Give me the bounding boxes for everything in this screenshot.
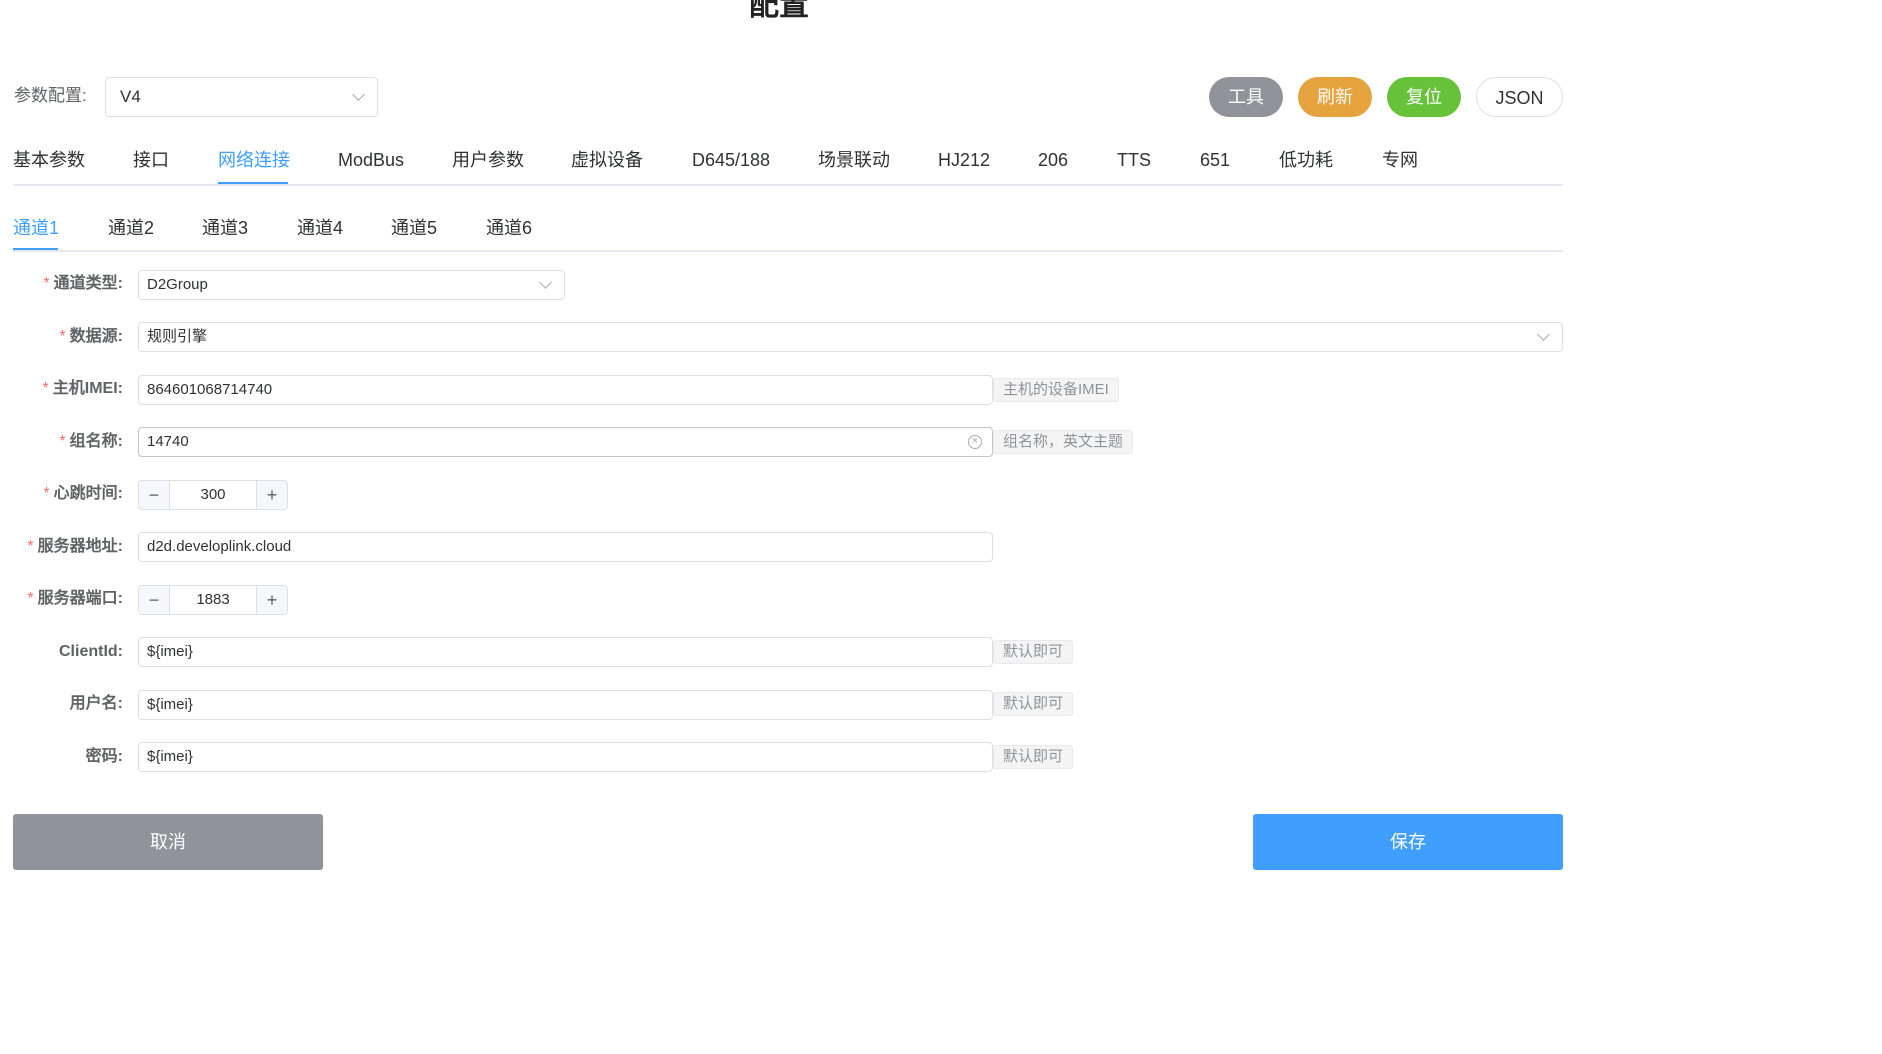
host-imei-label-text: 主机IMEI: [52, 380, 123, 397]
client-id-hint: 默认即可 [993, 640, 1074, 664]
tab-hj212[interactable]: HJ212 [938, 148, 990, 172]
heartbeat-value[interactable]: 300 [170, 481, 256, 509]
tab-tts[interactable]: TTS [1117, 148, 1151, 172]
server-port-stepper: − 1883 + [138, 585, 288, 615]
password-input[interactable]: ${imei} [138, 742, 993, 772]
required-mark: * [43, 275, 50, 292]
host-imei-input[interactable]: 864601068714740 [138, 375, 993, 405]
password-label: 密码: [0, 742, 123, 772]
tools-button[interactable]: 工具 [1209, 77, 1283, 117]
chevron-down-icon [352, 88, 365, 101]
data-source-label-text: 数据源: [69, 328, 123, 345]
username-label: 用户名: [0, 689, 123, 719]
required-mark: * [27, 590, 34, 607]
save-button[interactable]: 保存 [1253, 814, 1563, 870]
data-source-select[interactable]: 规则引擎 [138, 322, 1563, 352]
main-tabs: 基本参数 接口 网络连接 ModBus 用户参数 虚拟设备 D645/188 场… [13, 138, 1563, 186]
server-port-label: * 服务器端口: [0, 584, 123, 614]
server-address-input[interactable]: d2d.developlink.cloud [138, 532, 993, 562]
heartbeat-label: * 心跳时间: [0, 479, 123, 509]
tab-channel-4[interactable]: 通道4 [297, 216, 343, 240]
required-mark: * [59, 328, 66, 345]
server-address-label: * 服务器地址: [0, 532, 123, 562]
increment-button[interactable]: + [256, 481, 287, 509]
decrement-button[interactable]: − [139, 481, 170, 509]
tab-channel-3[interactable]: 通道3 [202, 216, 248, 240]
group-name-input[interactable]: 14740 × [138, 427, 993, 457]
required-mark: * [43, 485, 50, 502]
param-config-value: V4 [120, 87, 141, 106]
increment-button[interactable]: + [256, 586, 287, 614]
cancel-button[interactable]: 取消 [13, 814, 323, 870]
group-name-label: * 组名称: [0, 427, 123, 457]
tab-interface[interactable]: 接口 [133, 148, 169, 172]
heartbeat-label-text: 心跳时间: [53, 485, 123, 502]
decrement-button[interactable]: − [139, 586, 170, 614]
heartbeat-stepper: − 300 + [138, 480, 288, 510]
host-imei-label: * 主机IMEI: [0, 374, 123, 404]
required-mark: * [27, 538, 34, 555]
tab-channel-1[interactable]: 通道1 [13, 216, 59, 240]
host-imei-hint: 主机的设备IMEI [993, 378, 1119, 402]
server-port-label-text: 服务器端口: [37, 590, 123, 607]
reset-button[interactable]: 复位 [1387, 77, 1461, 117]
tab-channel-2[interactable]: 通道2 [108, 216, 154, 240]
client-id-input[interactable]: ${imei} [138, 637, 993, 667]
channel-type-select[interactable]: D2Group [138, 270, 565, 300]
tab-modbus[interactable]: ModBus [338, 148, 404, 172]
group-name-value: 14740 [147, 433, 189, 450]
password-label-text: 密码: [85, 748, 123, 765]
tab-low-power[interactable]: 低功耗 [1279, 148, 1333, 172]
group-name-hint: 组名称，英文主题 [993, 430, 1134, 454]
param-config-select[interactable]: V4 [105, 77, 378, 117]
client-id-label-text: ClientId: [59, 643, 123, 660]
server-address-label-text: 服务器地址: [37, 538, 123, 555]
data-source-label: * 数据源: [0, 322, 123, 352]
chevron-down-icon [1537, 328, 1550, 341]
channel-tabs: 通道1 通道2 通道3 通道4 通道5 通道6 [13, 206, 1563, 252]
page-title: 配置 [749, 0, 809, 22]
tab-206[interactable]: 206 [1038, 148, 1068, 172]
username-hint: 默认即可 [993, 692, 1074, 716]
channel-type-value: D2Group [147, 276, 208, 293]
group-name-label-text: 组名称: [69, 433, 123, 450]
required-mark: * [42, 380, 49, 397]
tab-channel-5[interactable]: 通道5 [391, 216, 437, 240]
tab-user-params[interactable]: 用户参数 [452, 148, 524, 172]
main-tab-indicator [218, 182, 288, 184]
tab-network-connection[interactable]: 网络连接 [218, 148, 290, 172]
channel-tab-indicator [13, 248, 58, 250]
json-button[interactable]: JSON [1476, 77, 1563, 117]
username-label-text: 用户名: [69, 695, 123, 712]
channel-type-label-text: 通道类型: [53, 275, 123, 292]
tab-virtual-device[interactable]: 虚拟设备 [571, 148, 643, 172]
tab-private-network[interactable]: 专网 [1382, 148, 1418, 172]
username-input[interactable]: ${imei} [138, 690, 993, 720]
required-mark: * [59, 433, 66, 450]
param-config-label: 参数配置: [14, 86, 87, 105]
tab-651[interactable]: 651 [1200, 148, 1230, 172]
clear-icon[interactable]: × [968, 435, 982, 449]
tab-channel-6[interactable]: 通道6 [486, 216, 532, 240]
server-port-value[interactable]: 1883 [170, 586, 256, 614]
channel-type-label: * 通道类型: [0, 269, 123, 299]
tab-d645-188[interactable]: D645/188 [692, 148, 770, 172]
tab-basic-params[interactable]: 基本参数 [13, 148, 85, 172]
password-hint: 默认即可 [993, 745, 1074, 769]
client-id-label: ClientId: [0, 637, 123, 667]
chevron-down-icon [539, 276, 552, 289]
tab-scene-linkage[interactable]: 场景联动 [818, 148, 890, 172]
refresh-button[interactable]: 刷新 [1298, 77, 1372, 117]
data-source-value: 规则引擎 [147, 328, 208, 345]
